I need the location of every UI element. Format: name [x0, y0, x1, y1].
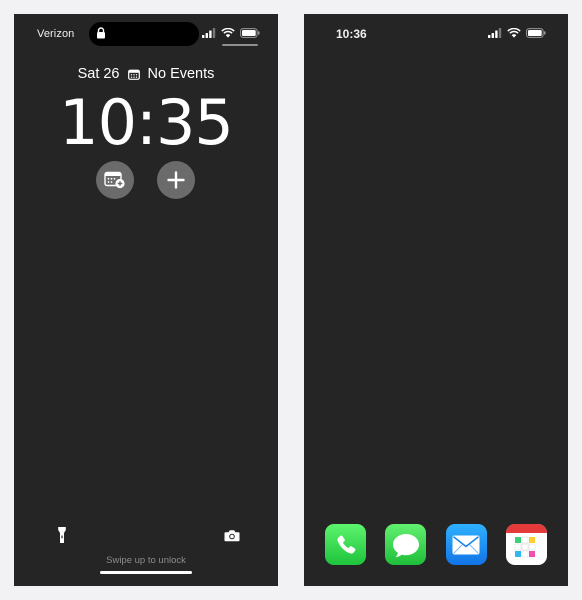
battery-icon	[526, 28, 546, 38]
lock-clock: 10:35	[59, 86, 234, 159]
phone-handset-icon	[336, 535, 355, 554]
system-icons	[202, 28, 260, 38]
flashlight-icon[interactable]	[57, 526, 67, 544]
mail-app-icon[interactable]	[445, 524, 487, 565]
system-icons	[488, 28, 546, 38]
home-screen: 10:36	[304, 14, 568, 586]
calendar-icon	[127, 69, 140, 80]
padlock-icon	[97, 27, 105, 39]
dynamic-island	[89, 22, 199, 46]
status-bar: 10:36	[304, 14, 568, 54]
date-row: Sat 26 No Events	[14, 66, 278, 82]
wifi-icon	[507, 28, 521, 38]
home-indicator[interactable]	[100, 571, 192, 574]
speech-bubble-icon	[392, 533, 419, 557]
fantastical-app-icon[interactable]	[505, 524, 547, 565]
status-underline	[222, 44, 258, 46]
phone-app-icon[interactable]	[325, 524, 366, 565]
signal-icon	[202, 28, 216, 38]
events-label: No Events	[147, 66, 215, 82]
fantastical-calendar-icon	[505, 524, 547, 558]
envelope-icon	[452, 535, 480, 554]
swipe-hint: Swipe up to unlock	[106, 555, 186, 566]
plus-icon	[167, 171, 185, 189]
status-bar: Verizon	[14, 14, 278, 54]
calendar-widget[interactable]	[96, 161, 134, 199]
date-label: Sat 26	[77, 66, 120, 82]
wifi-icon	[221, 28, 235, 38]
signal-icon	[488, 28, 502, 38]
battery-icon	[240, 28, 260, 38]
calendar-add-icon	[104, 171, 125, 189]
carrier-label: Verizon	[37, 28, 75, 40]
messages-app-icon[interactable]	[385, 524, 427, 565]
status-time: 10:36	[336, 27, 367, 41]
lock-screen: Verizon Sat 26 No Events 10:35 Swipe up …	[14, 14, 278, 586]
camera-icon[interactable]	[224, 529, 240, 542]
add-widget[interactable]	[157, 161, 195, 199]
app-dock	[304, 524, 568, 565]
